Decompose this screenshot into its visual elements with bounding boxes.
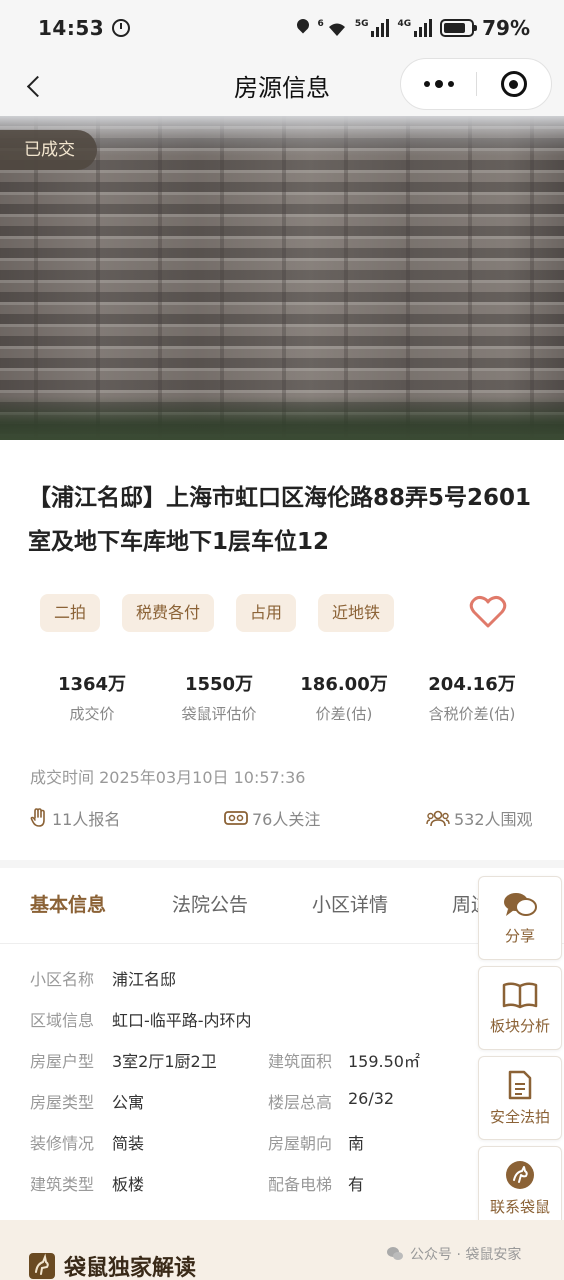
target-icon bbox=[500, 71, 527, 97]
nav-bar: 房源信息 bbox=[0, 56, 564, 116]
battery-percent: 79% bbox=[482, 16, 530, 40]
deal-time: 成交时间 2025年03月10日 10:57:36 bbox=[30, 768, 306, 787]
signup-count: 11人报名 bbox=[30, 806, 120, 830]
chat-bubbles-icon bbox=[504, 892, 537, 916]
info-row: 房屋户型 3室2厅1厨2卫 建筑面积 159.50㎡ bbox=[30, 1052, 420, 1071]
info-row: 装修情况 简装 房屋朝向 南 bbox=[30, 1134, 365, 1153]
battery-icon bbox=[440, 19, 478, 37]
contact-button[interactable]: 联系袋鼠 bbox=[478, 1146, 562, 1230]
vr-glasses-icon bbox=[224, 811, 248, 825]
favorite-button[interactable] bbox=[468, 592, 508, 632]
tag-tax: 税费各付 bbox=[122, 594, 215, 632]
section-divider bbox=[0, 860, 564, 868]
hand-icon bbox=[30, 808, 45, 827]
wechat-icon bbox=[387, 1247, 403, 1260]
info-row: 房屋类型 公寓 楼层总高 26/32 bbox=[30, 1089, 395, 1112]
listing-tags: 二拍 税费各付 占用 近地铁 bbox=[40, 594, 395, 632]
info-row: 区域信息 虹口-临平路-内环内 bbox=[30, 1011, 252, 1030]
signal-4g-icon: 4G bbox=[397, 19, 433, 37]
info-row: 小区名称 浦江名邸 bbox=[30, 970, 177, 989]
miniprogram-capsule bbox=[400, 58, 552, 110]
basic-info: 小区名称 浦江名邸 区域信息 虹口-临平路-内环内 房屋户型 3室2厅1厨2卫 … bbox=[30, 966, 470, 1212]
sold-badge: 已成交 bbox=[0, 130, 97, 170]
heart-icon bbox=[469, 595, 507, 628]
stat-deal-price: 1364万 成交价 bbox=[57, 674, 127, 723]
status-time: 14:53 bbox=[38, 16, 105, 40]
sector-analysis-button[interactable]: 板块分析 bbox=[478, 966, 562, 1050]
tab-community[interactable]: 小区详情 bbox=[312, 890, 388, 917]
share-button[interactable]: 分享 bbox=[478, 876, 562, 960]
status-bar: 14:53 6 5G 4G 79% bbox=[0, 0, 564, 56]
engagement-metrics: 11人报名 76人关注 532人围观 bbox=[0, 806, 564, 830]
stat-estimate: 1550万 袋鼠评估价 bbox=[181, 674, 257, 723]
view-count: 532人围观 bbox=[426, 806, 533, 830]
book-icon bbox=[502, 981, 538, 1008]
stat-price-gap-tax: 204.16万 含税价差(估) bbox=[428, 674, 516, 723]
tag-metro: 近地铁 bbox=[318, 594, 395, 632]
status-icons: 6 5G 4G 79% bbox=[296, 16, 530, 40]
more-button[interactable] bbox=[401, 59, 476, 109]
tag-occupied: 占用 bbox=[236, 594, 297, 632]
exclusive-section-header: 袋鼠独家解读 bbox=[28, 1250, 196, 1280]
signal-5g-icon: 5G bbox=[355, 19, 390, 37]
tag-auction-round: 二拍 bbox=[40, 594, 101, 632]
location-icon bbox=[296, 19, 310, 37]
watermark: 公众号 · 袋鼠安家 bbox=[386, 1244, 521, 1264]
alarm-icon bbox=[112, 19, 131, 37]
info-row: 建筑类型 板楼 配备电梯 有 bbox=[30, 1175, 365, 1194]
wifi-icon: 6 bbox=[318, 19, 347, 37]
exclusive-title: 袋鼠独家解读 bbox=[64, 1256, 197, 1280]
tab-court-notice[interactable]: 法院公告 bbox=[172, 890, 248, 917]
tab-basic-info[interactable]: 基本信息 bbox=[30, 890, 106, 917]
floating-action-rail: 分享 板块分析 安全法拍 联系袋鼠 bbox=[478, 876, 562, 1236]
safe-auction-button[interactable]: 安全法拍 bbox=[478, 1056, 562, 1140]
kangaroo-logo-icon bbox=[506, 1160, 534, 1189]
stat-price-gap: 186.00万 价差(估) bbox=[300, 674, 388, 723]
listing-title: 【浦江名邸】上海市虹口区海伦路88弄5号2601室及地下车库地下1层车位12 bbox=[28, 485, 532, 555]
document-icon bbox=[508, 1070, 532, 1099]
users-icon bbox=[426, 810, 450, 827]
kangaroo-badge-icon bbox=[29, 1253, 55, 1279]
close-miniprogram-button[interactable] bbox=[477, 59, 551, 109]
follow-count: 76人关注 bbox=[224, 806, 320, 830]
